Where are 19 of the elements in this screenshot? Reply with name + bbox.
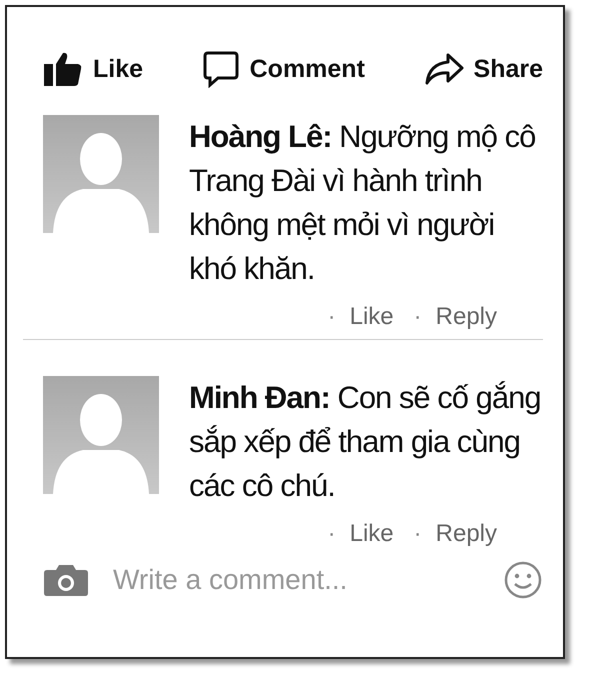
camera-icon[interactable]: [43, 563, 89, 597]
comment-action-link[interactable]: Like: [350, 303, 394, 331]
comment-action-link[interactable]: Like: [350, 520, 394, 548]
thumbs-up-icon: [43, 51, 83, 87]
separator-dot: ·: [414, 520, 422, 548]
comment-text: Hoàng Lê: Ngưỡng mộ cô Trang Đài vì hành trình không mệt mỏi vì người khó khăn.: [189, 118, 536, 288]
separator-dot: ·: [414, 303, 422, 331]
share-arrow-icon: [424, 52, 464, 86]
separator-dot: ·: [328, 303, 336, 331]
comment-button[interactable]: Comment: [202, 50, 365, 88]
comment-action-link[interactable]: Reply: [436, 303, 497, 331]
like-button[interactable]: Like: [43, 51, 144, 87]
comment-action-link[interactable]: Reply: [436, 520, 497, 548]
separator-dot: ·: [328, 520, 336, 548]
speech-bubble-icon: [202, 50, 240, 88]
smiley-icon[interactable]: [503, 560, 543, 600]
comment-text: Minh Đan: Con sẽ cố gắng sắp xếp để tham gia cùng các cô chú.: [189, 379, 542, 505]
comment-input-field[interactable]: Write a comment...: [113, 564, 479, 596]
share-button[interactable]: Share: [424, 52, 543, 86]
